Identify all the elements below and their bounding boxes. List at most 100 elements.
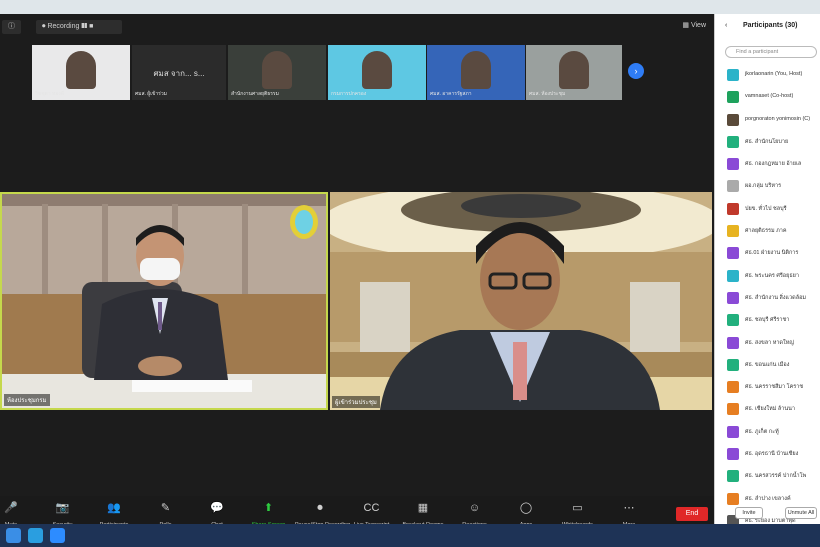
participant-name: ศธ. สงขลา หาดใหญ่	[745, 339, 794, 346]
participant-avatar	[727, 291, 739, 304]
browser-top-strip	[0, 0, 820, 14]
gallery-thumbnail[interactable]: ศมส. อาคารรัฐสภา	[427, 45, 525, 100]
participants-title: Participants (30)	[743, 22, 798, 29]
gallery-thumbnail[interactable]: ศมส. ห้องประชุม	[526, 45, 622, 100]
edge-browser-icon[interactable]	[28, 528, 43, 543]
gallery-next-arrow-icon[interactable]: ›	[628, 63, 644, 79]
toolbar-icon: ⋯	[623, 502, 635, 514]
participant-row[interactable]: ศธ. กองกฎหมาย อ้ายเล	[725, 155, 820, 177]
video-name-right: ผู้เข้าร่วมประชุม	[332, 396, 380, 408]
participant-avatar	[727, 381, 739, 394]
participant-name: ศธ. ลำปาง เขลางค์	[745, 495, 791, 502]
person-speaker-glasses	[330, 192, 712, 410]
participant-name: ศาลยุติธรรม ภาค	[745, 228, 787, 235]
collapse-chevron-icon[interactable]: ‹	[725, 22, 727, 29]
participant-name: ศธ. สำนักงาน สิ่งแวดล้อม	[745, 294, 807, 301]
participant-row[interactable]: ศธ. ชลบุรี ศรีราชา	[725, 311, 820, 333]
participant-avatar	[727, 358, 739, 371]
windows-start-icon[interactable]	[6, 528, 21, 543]
participant-row[interactable]: porgnoraton yonimosin (C)	[725, 111, 820, 133]
participant-name: ศธ. ขอนแก่น เมือง	[745, 361, 790, 368]
gallery-thumbnail-name: ศมส. อาคารรัฐสภา	[430, 91, 472, 97]
gallery-thumbnail[interactable]: วิชชุตา ทองดี	[32, 45, 130, 100]
participant-row[interactable]: vamnaset (Co-host)	[725, 88, 820, 110]
participant-name: porgnoraton yonimosin (C)	[745, 115, 811, 122]
participant-row[interactable]: ศธ.01 ฝ่ายงาน นิติการ	[725, 244, 820, 266]
zoom-info-icon[interactable]: ⓘ	[2, 20, 21, 34]
participant-video-person	[66, 51, 96, 89]
participant-row[interactable]: ศธ. นครสวรรค์ ปากน้ำโพ	[725, 467, 820, 489]
participants-panel: ‹ Participants (30) Find a participant j…	[714, 14, 820, 527]
participant-row[interactable]: ศธ. อุดรธานี บ้านเชียง	[725, 445, 820, 467]
meeting-titlebar: ⓘ ⏺ Recording ❚❚ ■ ▦ View	[0, 14, 714, 40]
participant-name: ผอ.กลุ่ม บริหาร	[745, 183, 782, 190]
gallery-thumbnail-name: วิชชุตา ทองดี	[35, 91, 65, 97]
participant-row[interactable]: ศธ. เชียงใหม่ ล้านนา	[725, 400, 820, 422]
video-tile-right[interactable]: ผู้เข้าร่วมประชุม	[330, 192, 712, 410]
gallery-thumbnail-name: ศมส. ห้องประชุม	[529, 91, 566, 97]
participant-name: ศธ. ชลบุรี ศรีราชา	[745, 317, 790, 324]
participant-avatar	[727, 225, 739, 238]
participants-header: ‹ Participants (30)	[715, 20, 820, 34]
participant-avatar	[727, 336, 739, 349]
toolbar-icon: ✎	[160, 502, 171, 514]
zoom-app-icon[interactable]	[50, 528, 65, 543]
participant-row[interactable]: ศาลยุติธรรม ภาค	[725, 222, 820, 244]
invite-button[interactable]: Invite	[735, 507, 763, 519]
participant-avatar	[727, 425, 739, 438]
participant-row[interactable]: ศธ. ภูเก็ต กะทู้	[725, 423, 820, 445]
participant-avatar	[727, 91, 739, 104]
participant-avatar	[727, 202, 739, 215]
view-label: View	[690, 22, 706, 29]
video-name-left: ห้องประชุมกรม	[4, 394, 50, 406]
participant-row[interactable]: ศธ. สำนักงาน สิ่งแวดล้อม	[725, 289, 820, 311]
recording-label: Recording	[47, 23, 80, 30]
recording-indicator[interactable]: ⏺ Recording ❚❚ ■	[36, 20, 122, 34]
unmute-all-button[interactable]: Unmute All	[785, 507, 817, 519]
toolbar-icon: ☺	[468, 502, 481, 514]
participant-row[interactable]: ปยข. ทั่วไป ชลบุรี	[725, 200, 820, 222]
participant-avatar	[727, 69, 739, 81]
participant-name: jkorlaonarin (You, Host)	[745, 71, 803, 77]
participant-name: ศธ. นครราชสีมา โคราช	[745, 384, 804, 391]
view-button[interactable]: ▦ View	[682, 21, 706, 29]
toolbar-icon: 🎤	[4, 502, 18, 514]
participant-row[interactable]: ศธ. ขอนแก่น เมือง	[725, 356, 820, 378]
participant-video-person	[362, 51, 392, 89]
participant-video-person	[262, 51, 292, 89]
gallery-strip: วิชชุตา ทองดี ศมส จาก... s... ศมส. ผู้เข้า…	[0, 45, 714, 100]
gallery-thumbnail[interactable]: กรมการปกครอง	[328, 45, 426, 100]
participant-name: vamnaset (Co-host)	[745, 93, 794, 100]
toolbar-icon: 📷	[55, 502, 70, 514]
participant-name: ศธ. นครสวรรค์ ปากน้ำโพ	[745, 473, 807, 480]
participant-avatar	[727, 158, 739, 171]
gallery-thumbnail-name: สำนักงานศาลยุติธรรม	[231, 91, 279, 97]
gallery-thumbnail-name: ศมส. ผู้เข้าร่วม	[135, 91, 167, 97]
participant-row[interactable]: ศธ. นครราชสีมา โคราช	[725, 378, 820, 400]
toolbar-icon: ▭	[572, 502, 583, 514]
video-tile-left[interactable]: ห้องประชุมกรม	[0, 192, 328, 410]
end-meeting-button[interactable]: End	[676, 507, 708, 521]
participant-name: ศธ. กองกฎหมาย อ้ายเล	[745, 161, 802, 168]
gallery-thumbnail[interactable]: ศมส จาก... s... ศมส. ผู้เข้าร่วม	[132, 45, 226, 100]
participant-row[interactable]: ศธ. สงขลา หาดใหญ่	[725, 334, 820, 356]
toolbar-icon: 👥	[107, 502, 121, 514]
gallery-thumbnail-text: ศมส จาก... s...	[153, 69, 205, 78]
participant-row[interactable]: jkorlaonarin (You, Host)	[725, 66, 820, 88]
participant-name: ศธ. ภูเก็ต กะทู้	[745, 428, 779, 435]
participant-row[interactable]: ศธ. พระนคร ศรีอยุธยา	[725, 267, 820, 289]
participant-search-input[interactable]: Find a participant	[725, 46, 817, 58]
toolbar-icon: CC	[363, 502, 380, 514]
participant-row[interactable]: ศธ. สำนักนโยบาย	[725, 133, 820, 155]
gallery-thumbnail[interactable]: สำนักงานศาลยุติธรรม	[228, 45, 326, 100]
gallery-thumbnail-name: กรมการปกครอง	[331, 91, 367, 97]
participant-video-person	[461, 51, 491, 89]
person-masked-speaker	[2, 194, 326, 408]
toolbar-icon: ▦	[417, 502, 429, 514]
participant-row[interactable]: ผอ.กลุ่ม บริหาร	[725, 177, 820, 199]
participant-avatar	[727, 135, 739, 148]
participant-avatar	[727, 314, 739, 327]
participant-avatar	[727, 269, 739, 282]
zoom-meeting-window: ⓘ ⏺ Recording ❚❚ ■ ▦ View วิชชุตา ทองดี ศ…	[0, 14, 714, 538]
participant-list: jkorlaonarin (You, Host) vamnaset (Co-hos…	[725, 66, 820, 534]
